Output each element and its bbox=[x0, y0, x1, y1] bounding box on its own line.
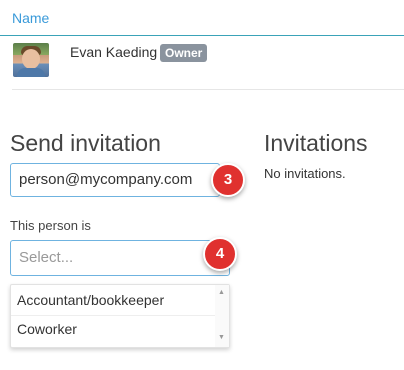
step-marker-3: 3 bbox=[211, 163, 245, 197]
avatar bbox=[13, 43, 49, 77]
invitations-title: Invitations bbox=[264, 130, 368, 156]
header-divider bbox=[0, 35, 404, 36]
avatar-shirt bbox=[17, 68, 45, 77]
email-field[interactable]: person@mycompany.com bbox=[10, 163, 220, 197]
role-dropdown-list: Accountant/bookkeeper Coworker ▲ ▼ bbox=[10, 284, 230, 348]
scroll-down-icon[interactable]: ▼ bbox=[218, 334, 225, 341]
avatar-face bbox=[22, 49, 40, 69]
owner-badge: Owner bbox=[160, 44, 208, 62]
role-option-accountant[interactable]: Accountant/bookkeeper bbox=[17, 292, 164, 308]
invitations-empty-text: No invitations. bbox=[264, 166, 346, 181]
role-label: This person is bbox=[10, 218, 91, 233]
role-option-coworker[interactable]: Coworker bbox=[17, 321, 77, 337]
scroll-up-icon[interactable]: ▲ bbox=[218, 289, 225, 296]
option-divider bbox=[11, 315, 215, 316]
send-invitation-title: Send invitation bbox=[10, 130, 161, 156]
dropdown-scrollbar[interactable]: ▲ ▼ bbox=[215, 285, 229, 347]
member-name: Evan Kaeding bbox=[70, 44, 158, 60]
name-column-header[interactable]: Name bbox=[12, 10, 49, 26]
row-divider bbox=[12, 89, 404, 90]
step-marker-4: 4 bbox=[203, 237, 237, 271]
role-select[interactable]: Select... bbox=[10, 240, 230, 276]
